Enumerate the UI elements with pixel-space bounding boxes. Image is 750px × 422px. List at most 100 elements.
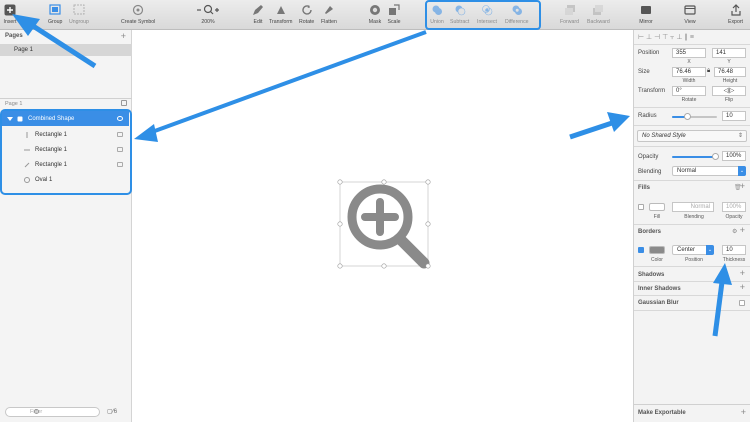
add-inner-shadow-icon[interactable]: + [740,282,745,292]
fill-blending-select[interactable]: Normal [672,202,714,212]
layer-row[interactable]: Rectangle 1 [2,142,129,157]
union-icon [430,3,444,16]
boolean-op-icon[interactable] [117,162,123,167]
canvas[interactable] [132,30,633,422]
settings-gear-icon[interactable]: ⚙ [732,228,737,235]
flip-horizontal-icon[interactable]: ◁|▷ [724,88,735,94]
rotate-button[interactable]: Rotate [299,3,314,25]
layer-name: Combined Shape [28,115,75,122]
layer-count: 6 [113,409,118,415]
zoom-control[interactable]: 200% [195,3,221,25]
subtract-icon [453,3,467,16]
width-field[interactable]: 76.46 [672,67,706,77]
view-icon [683,3,697,16]
divider [634,44,750,45]
add-export-icon[interactable]: + [741,407,746,417]
backward-button[interactable]: Backward [587,3,610,25]
ungroup-button[interactable]: Ungroup [69,3,89,25]
radius-slider-knob[interactable] [684,113,692,120]
border-color-swatch[interactable] [649,246,665,254]
intersect-icon [480,3,494,16]
add-border-icon[interactable]: + [740,225,745,235]
rotate-field[interactable]: 0° [672,86,706,96]
filter-count[interactable]: ▢⁄6 [107,408,117,415]
export-label: Export [728,19,743,25]
group-button[interactable]: Group [48,3,62,25]
rectangle-icon [24,162,30,167]
flip-buttons[interactable]: ◁|▷ [712,86,746,96]
border-thickness-field[interactable]: 10 [722,245,746,255]
page-options-icon[interactable] [121,100,127,106]
difference-icon [510,3,524,16]
forward-button[interactable]: Forward [560,3,579,25]
updown-chevron-icon: ⇕ [737,133,743,139]
fill-checkbox[interactable] [638,204,644,210]
opacity-slider[interactable] [672,156,716,158]
mask-label: Mask [368,19,382,25]
fills-header: Fills [638,185,651,191]
transform-button[interactable]: Transform [269,3,292,25]
boolean-op-icon[interactable] [117,147,123,152]
make-exportable-row[interactable]: Make Exportable + [634,404,750,422]
page-item[interactable]: Page 1 [0,44,132,56]
lock-icon[interactable]: 🔒︎ [707,68,710,75]
gaussian-blur-checkbox[interactable] [739,300,745,306]
x-field[interactable]: 355 [672,48,706,58]
filter-input[interactable]: Filter [5,407,100,417]
scale-icon [387,3,401,16]
inspector-panel: ⊢ ⊥ ⊣ ⊤ ⫟ ⊥ ∥ ≡ Position 355 141 X Y Siz… [633,30,750,422]
mirror-icon [639,3,653,16]
layer-row-combined-shape[interactable]: Combined Shape [2,111,129,126]
chevron-down-icon: ⌄ [706,245,714,255]
mirror-button[interactable]: Mirror [639,3,653,25]
make-exportable-label: Make Exportable [638,410,686,416]
add-fill-icon[interactable]: + [740,181,745,191]
radius-label: Radius [638,113,657,119]
divider [634,224,750,225]
disclosure-triangle-icon[interactable] [7,116,13,122]
view-button[interactable]: View [683,3,697,25]
borders-header: Borders [638,229,662,235]
boolean-op-icon[interactable] [117,132,123,137]
rectangle-icon [26,131,28,138]
fill-caption: Fill [653,214,661,220]
layer-row[interactable]: Oval 1 [2,172,129,187]
forward-icon [563,3,577,16]
insert-button[interactable]: Insert [3,3,17,25]
align-icons[interactable]: ⊢ ⊥ ⊣ ⊤ ⫟ ⊥ ∥ ≡ [638,33,694,42]
add-shadow-icon[interactable]: + [740,268,745,278]
opacity-field[interactable]: 100% [722,151,746,161]
intersect-button[interactable]: Intersect [477,3,497,25]
create-symbol-button[interactable]: Create Symbol [121,3,155,25]
toolbar: Insert Group Ungroup Create Symbol 200% … [0,0,750,30]
pages-title: Pages [5,33,23,39]
fill-opacity-field[interactable]: 100% [722,202,746,212]
divider [634,107,750,108]
edit-button[interactable]: Edit [251,3,265,25]
scale-button[interactable]: Scale [387,3,401,25]
border-position-select[interactable]: Center ⌄ [672,245,714,255]
eye-icon[interactable] [117,116,123,121]
y-field[interactable]: 141 [712,48,746,58]
border-checkbox[interactable] [638,247,644,253]
subtract-button[interactable]: Subtract [450,3,469,25]
flatten-button[interactable]: Flatten [321,3,337,25]
blending-select[interactable]: Normal ⌄ [672,166,746,176]
fill-color-swatch[interactable] [649,203,665,211]
union-button[interactable]: Union [430,3,444,25]
gaussian-blur-header[interactable]: Gaussian Blur [638,300,679,306]
shared-style-select[interactable]: No Shared Style ⇕ [637,130,747,142]
difference-button[interactable]: Difference [505,3,529,25]
opacity-slider-knob[interactable] [712,153,719,160]
add-page-icon[interactable]: + [121,31,126,41]
layer-name: Rectangle 1 [35,161,68,168]
export-button[interactable]: Export [728,3,743,25]
flatten-icon [322,3,336,16]
mask-button[interactable]: Mask [368,3,382,25]
layer-row[interactable]: Rectangle 1 [2,157,129,172]
radius-field[interactable]: 10 [722,111,746,121]
transform-label: Transform [269,19,293,25]
layer-row[interactable]: Rectangle 1 [2,127,129,142]
height-field[interactable]: 76.48 [714,67,746,77]
forward-label: Forward [560,19,580,25]
